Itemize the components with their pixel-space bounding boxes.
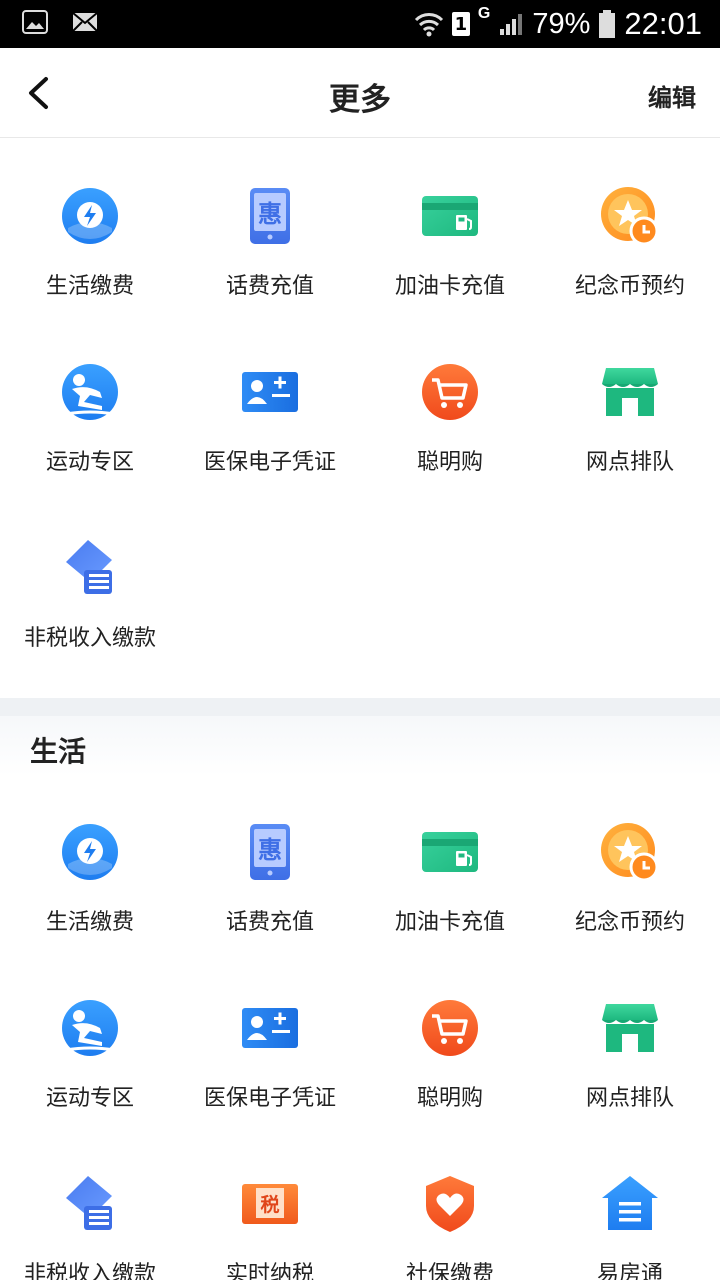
nontax-icon (60, 1174, 120, 1234)
service-item[interactable]: 加油卡充值 (360, 140, 540, 316)
service-item-label: 网点排队 (585, 450, 674, 475)
cart-icon (420, 998, 480, 1058)
service-item-label: 纪念币预约 (574, 910, 685, 935)
tax-icon-text: 税 (260, 1193, 279, 1216)
service-item[interactable]: 生活缴费 (0, 776, 180, 952)
service-item-label: 加油卡充值 (394, 274, 505, 299)
service-item[interactable]: 医保电子凭证 (180, 316, 360, 492)
service-item-label: 聪明购 (416, 450, 483, 475)
service-item-label: 网点排队 (585, 1086, 674, 1111)
service-item[interactable]: 纪念币预约 (540, 776, 720, 952)
social-security-icon (420, 1174, 480, 1234)
medical-card-icon (240, 998, 300, 1058)
skater-icon (60, 362, 120, 422)
bolt-icon (60, 186, 120, 246)
service-item-label: 非税收入缴款 (23, 1262, 156, 1280)
service-item-label: 社保缴费 (405, 1262, 494, 1280)
fuel-card-icon (420, 822, 480, 882)
page-title: 更多 (329, 82, 391, 118)
mail-icon (72, 12, 98, 32)
service-item-label: 生活缴费 (45, 274, 134, 299)
clock: 22:01 (624, 6, 702, 41)
service-item[interactable]: 非税收入缴款 (0, 1128, 180, 1280)
skater-icon (60, 998, 120, 1058)
service-item[interactable]: 非税收入缴款 (0, 492, 180, 668)
service-item[interactable]: 运动专区 (0, 952, 180, 1128)
service-item-label: 实时纳税 (225, 1262, 314, 1280)
life-section-title: 生活 (30, 735, 87, 768)
service-item[interactable]: 税实时纳税 (180, 1128, 360, 1280)
signal-icon (500, 14, 523, 35)
coin-clock-icon (600, 822, 660, 882)
life-grid: 生活缴费 惠 话费充值 加油卡充值 纪念币预约 运动专区 医保电子凭证 聪明购 (0, 776, 720, 1280)
sim-slot-indicator: 1 (451, 12, 470, 36)
edit-button[interactable]: 编辑 (648, 78, 696, 113)
service-item-label: 医保电子凭证 (203, 1086, 336, 1111)
cart-icon (420, 362, 480, 422)
service-item[interactable]: 纪念币预约 (540, 140, 720, 316)
top-bar: 更多 编辑 (0, 48, 720, 138)
wifi-icon (414, 13, 444, 37)
phone-hui-icon: 惠 (240, 186, 300, 246)
phone-hui-icon: 惠 (240, 822, 300, 882)
branch-store-icon (600, 362, 660, 422)
status-bar: 1 G 79% 22:01 (0, 0, 720, 48)
service-item-label: 话费充值 (225, 910, 314, 935)
service-item[interactable]: 惠 话费充值 (180, 140, 360, 316)
image-icon (22, 10, 48, 34)
service-item-label: 话费充值 (225, 274, 314, 299)
service-item-label: 运动专区 (45, 1086, 134, 1111)
fuel-card-icon (420, 186, 480, 246)
service-item[interactable]: 社保缴费 (360, 1128, 540, 1280)
service-item[interactable]: 聪明购 (360, 316, 540, 492)
service-item[interactable]: 网点排队 (540, 952, 720, 1128)
service-item[interactable]: 惠 话费充值 (180, 776, 360, 952)
service-item[interactable]: 生活缴费 (0, 140, 180, 316)
service-item[interactable]: 聪明购 (360, 952, 540, 1128)
section-divider (0, 698, 720, 716)
svg-text:惠: 惠 (258, 200, 282, 228)
bolt-icon (60, 822, 120, 882)
service-item-label: 医保电子凭证 (203, 450, 336, 475)
battery-percent: 79% (532, 7, 591, 40)
service-item-label: 聪明购 (416, 1086, 483, 1111)
nontax-icon (60, 538, 120, 598)
tax-icon: 税 (240, 1174, 300, 1234)
service-item-label: 运动专区 (45, 450, 134, 475)
service-item-label: 纪念币预约 (574, 274, 685, 299)
service-item[interactable]: 医保电子凭证 (180, 952, 360, 1128)
service-item-label: 生活缴费 (45, 910, 134, 935)
medical-card-icon (240, 362, 300, 422)
service-item-label: 加油卡充值 (394, 910, 505, 935)
service-item-label: 非税收入缴款 (23, 626, 156, 651)
network-type: G (477, 5, 491, 22)
battery-icon (599, 10, 616, 38)
service-item-label: 易房通 (596, 1262, 663, 1280)
service-item[interactable]: 加油卡充值 (360, 776, 540, 952)
house-icon (600, 1174, 660, 1234)
service-item[interactable]: 运动专区 (0, 316, 180, 492)
favorites-grid: 生活缴费 惠 话费充值 加油卡充值 纪念币预约 运动专区 医保电子凭证 聪明购 (0, 140, 720, 698)
service-item[interactable]: 易房通 (540, 1128, 720, 1280)
branch-store-icon (600, 998, 660, 1058)
life-section-header: 生活 (0, 716, 720, 776)
service-item[interactable]: 网点排队 (540, 316, 720, 492)
svg-text:惠: 惠 (258, 836, 282, 864)
coin-clock-icon (600, 186, 660, 246)
